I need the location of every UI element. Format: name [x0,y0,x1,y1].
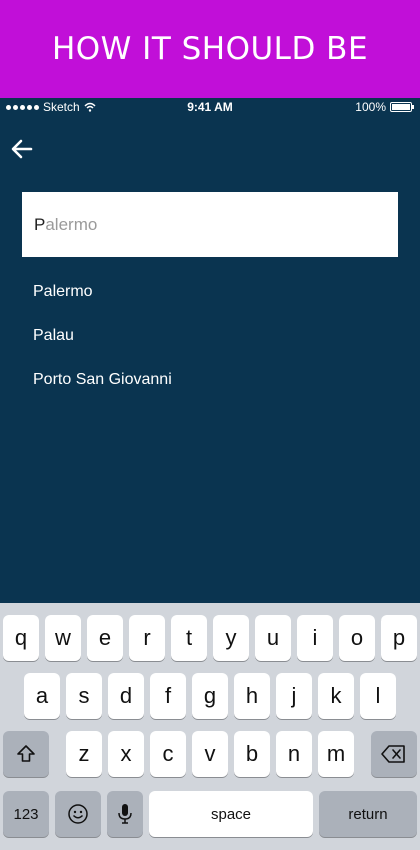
suggestion-item[interactable]: Palermo [33,283,93,301]
key-c[interactable]: c [150,731,186,777]
key-p[interactable]: p [381,615,417,661]
shift-icon [17,745,35,762]
battery-icon [390,102,414,112]
key-g[interactable]: g [192,673,228,719]
key-y[interactable]: y [213,615,249,661]
key-m[interactable]: m [318,731,354,777]
key-z[interactable]: z [66,731,102,777]
battery-label: 100% [355,100,386,114]
back-arrow-icon[interactable] [10,138,34,160]
key-o[interactable]: o [339,615,375,661]
search-typed-text: P [34,214,46,234]
key-j[interactable]: j [276,673,312,719]
backspace-icon [381,745,405,763]
search-input[interactable]: Palermo [22,192,398,257]
microphone-key[interactable] [107,791,143,837]
keyboard: q w e r t y u i o p a s d f g h j k l z … [0,603,420,850]
microphone-icon [118,804,132,824]
banner-title: HOW IT SHOULD BE [51,31,369,67]
key-n[interactable]: n [276,731,312,777]
suggestion-item[interactable]: Porto San Giovanni [33,371,172,389]
key-u[interactable]: u [255,615,291,661]
return-key[interactable]: return [319,791,417,837]
numbers-key[interactable]: 123 [3,791,49,837]
key-x[interactable]: x [108,731,144,777]
key-i[interactable]: i [297,615,333,661]
emoji-key[interactable] [55,791,101,837]
status-bar: Sketch 9:41 AM 100% [0,98,420,118]
key-d[interactable]: d [108,673,144,719]
key-k[interactable]: k [318,673,354,719]
key-s[interactable]: s [66,673,102,719]
space-key[interactable]: space [149,791,313,837]
backspace-key[interactable] [371,731,417,777]
shift-key[interactable] [3,731,49,777]
banner: HOW IT SHOULD BE [0,0,420,98]
key-t[interactable]: t [171,615,207,661]
suggestion-item[interactable]: Palau [33,327,74,345]
key-e[interactable]: e [87,615,123,661]
key-w[interactable]: w [45,615,81,661]
emoji-icon [68,804,88,824]
search-autocomplete-hint: alermo [45,214,98,234]
key-l[interactable]: l [360,673,396,719]
key-q[interactable]: q [3,615,39,661]
key-v[interactable]: v [192,731,228,777]
key-a[interactable]: a [24,673,60,719]
key-r[interactable]: r [129,615,165,661]
key-b[interactable]: b [234,731,270,777]
app-screen: Sketch 9:41 AM 100% Palermo Palermo Pala… [0,98,420,850]
key-f[interactable]: f [150,673,186,719]
status-right: 100% [355,100,414,114]
key-h[interactable]: h [234,673,270,719]
